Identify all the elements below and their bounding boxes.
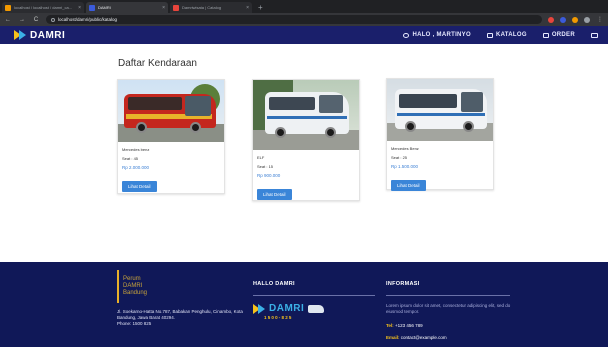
white-minibus-image	[253, 80, 359, 150]
footer-divider	[386, 295, 510, 296]
nav-user-label: HALO , MARTINYO	[412, 32, 471, 38]
nav-katalog-label: KATALOG	[495, 32, 527, 38]
tab-close-icon[interactable]: ×	[246, 5, 249, 11]
browser-tab-catalog[interactable]: Damriwisata | Catalog ×	[170, 2, 252, 13]
nav-links: HALO , MARTINYO KATALOG ORDER	[403, 32, 598, 38]
new-tab-button[interactable]: +	[258, 2, 263, 13]
tab-close-icon[interactable]: ×	[78, 5, 81, 11]
phpmyadmin-favicon-icon	[5, 4, 11, 11]
tab-title: localhost / localhost / damri_ca...	[14, 5, 73, 10]
vehicle-name: Mercedes Benz	[391, 146, 419, 151]
footer-logo-text: DAMRI	[269, 303, 305, 314]
footer-tel-value: +123 456 789	[394, 323, 423, 328]
extension-icon[interactable]	[548, 16, 554, 23]
address-bar-row: ← → C localhost/damri/public/katalog ⋮	[0, 13, 608, 26]
footer-email: Email: contact@example.com	[386, 335, 447, 340]
footer-brand-line: DAMRI	[123, 283, 143, 289]
footer-divider	[253, 295, 375, 296]
damri-logo[interactable]: DAMRI	[14, 30, 65, 41]
user-icon	[403, 32, 410, 38]
nav-user[interactable]: HALO , MARTINYO	[403, 32, 471, 38]
vehicle-name: ELF	[257, 155, 265, 160]
browser-tab-phpmyadmin[interactable]: localhost / localhost / damri_ca... ×	[2, 2, 84, 13]
nav-order-label: ORDER	[551, 32, 575, 38]
url-input[interactable]: localhost/damri/public/katalog	[46, 15, 542, 24]
tab-title: Damriwisata | Catalog	[182, 5, 222, 10]
reload-button[interactable]: C	[32, 17, 40, 23]
browser-window: localhost / localhost / damri_ca... × DA…	[0, 0, 608, 347]
vehicle-card: Mercedes Benz Seat : 25 Rp 1.500.000 Lih…	[386, 78, 494, 191]
profile-avatar[interactable]	[584, 16, 590, 23]
extension-icon[interactable]	[572, 16, 578, 23]
tab-close-icon[interactable]: ×	[162, 5, 165, 11]
bus-icon	[308, 304, 325, 313]
footer-tel-label: Tel:	[386, 323, 394, 328]
url-text: localhost/damri/public/katalog	[58, 17, 118, 22]
white-medium-bus-image	[387, 79, 493, 141]
logout-icon	[591, 32, 598, 38]
damri-favicon-icon	[89, 4, 95, 11]
site-navbar: DAMRI HALO , MARTINYO KATALOG ORDER	[0, 26, 608, 44]
footer-phone: Phone: 1500 825	[117, 321, 152, 326]
footer-address-text: Jl. Soekarno-Hatta No.787, Babakan Pengh…	[117, 309, 243, 320]
vehicle-card: ELF Seat : 15 Rp 900.000 Lihat Detail	[252, 79, 360, 201]
page-title: Daftar Kendaraan	[118, 58, 197, 69]
logo-text: DAMRI	[30, 29, 66, 41]
browser-menu-icon[interactable]: ⋮	[596, 16, 604, 23]
nav-katalog[interactable]: KATALOG	[486, 32, 527, 38]
footer-contact-column: Perum DAMRI Bandung Jl. Soekarno-Hatta N…	[117, 270, 245, 327]
red-bus-image	[118, 80, 224, 142]
view-detail-button[interactable]: Lihat Detail	[257, 189, 292, 200]
footer-address: Jl. Soekarno-Hatta No.787, Babakan Pengh…	[117, 309, 245, 327]
back-button[interactable]: ←	[4, 17, 12, 23]
site-info-icon[interactable]	[51, 17, 55, 22]
catalog-icon	[486, 32, 493, 38]
footer-damri-logo: DAMRI	[253, 303, 325, 314]
vehicle-seat: Seat : 25	[391, 155, 408, 160]
browser-tab-damri[interactable]: DAMRI ×	[86, 2, 168, 13]
footer-logo-phone: 1500-825	[264, 315, 293, 320]
logo-chevron-icon	[19, 30, 26, 40]
nav-order[interactable]: ORDER	[542, 32, 575, 38]
footer-brand-line: Perum	[123, 276, 141, 282]
vehicle-price: Rp 900.000	[257, 173, 281, 178]
footer-info-heading: INFORMASI	[386, 281, 420, 287]
tab-strip: localhost / localhost / damri_ca... × DA…	[0, 0, 608, 13]
vehicle-seat: Seat : 45	[122, 156, 139, 161]
vehicle-price: Rp 1.500.000	[391, 164, 419, 169]
forward-button[interactable]: →	[18, 17, 26, 23]
extension-icon[interactable]	[560, 16, 566, 23]
view-detail-button[interactable]: Lihat Detail	[391, 180, 426, 191]
vehicle-name: Mercedes benz	[122, 147, 150, 152]
vehicle-price: Rp 2.000.000	[122, 165, 150, 170]
view-detail-button[interactable]: Lihat Detail	[122, 181, 157, 192]
footer-email-value[interactable]: contact@example.com	[401, 335, 447, 340]
footer-tel: Tel: +123 456 789	[386, 323, 423, 328]
catalog-favicon-icon	[173, 4, 179, 11]
footer-email-label: Email:	[386, 335, 400, 340]
tab-title: DAMRI	[98, 5, 111, 10]
footer-brand: Perum DAMRI Bandung	[117, 270, 245, 303]
vehicle-seat: Seat : 15	[257, 164, 274, 169]
footer-hallo-heading: HALLO DAMRI	[253, 281, 295, 287]
vehicle-card: Mercedes benz Seat : 45 Rp 2.000.000 Lih…	[117, 79, 225, 194]
cart-icon	[542, 32, 549, 38]
nav-logout[interactable]	[591, 32, 598, 38]
logo-chevron-icon	[258, 303, 265, 314]
footer-brand-line: Bandung	[123, 290, 148, 296]
footer-info-text: Lorem ipsum dolor sit amet, consectetur …	[386, 303, 511, 314]
